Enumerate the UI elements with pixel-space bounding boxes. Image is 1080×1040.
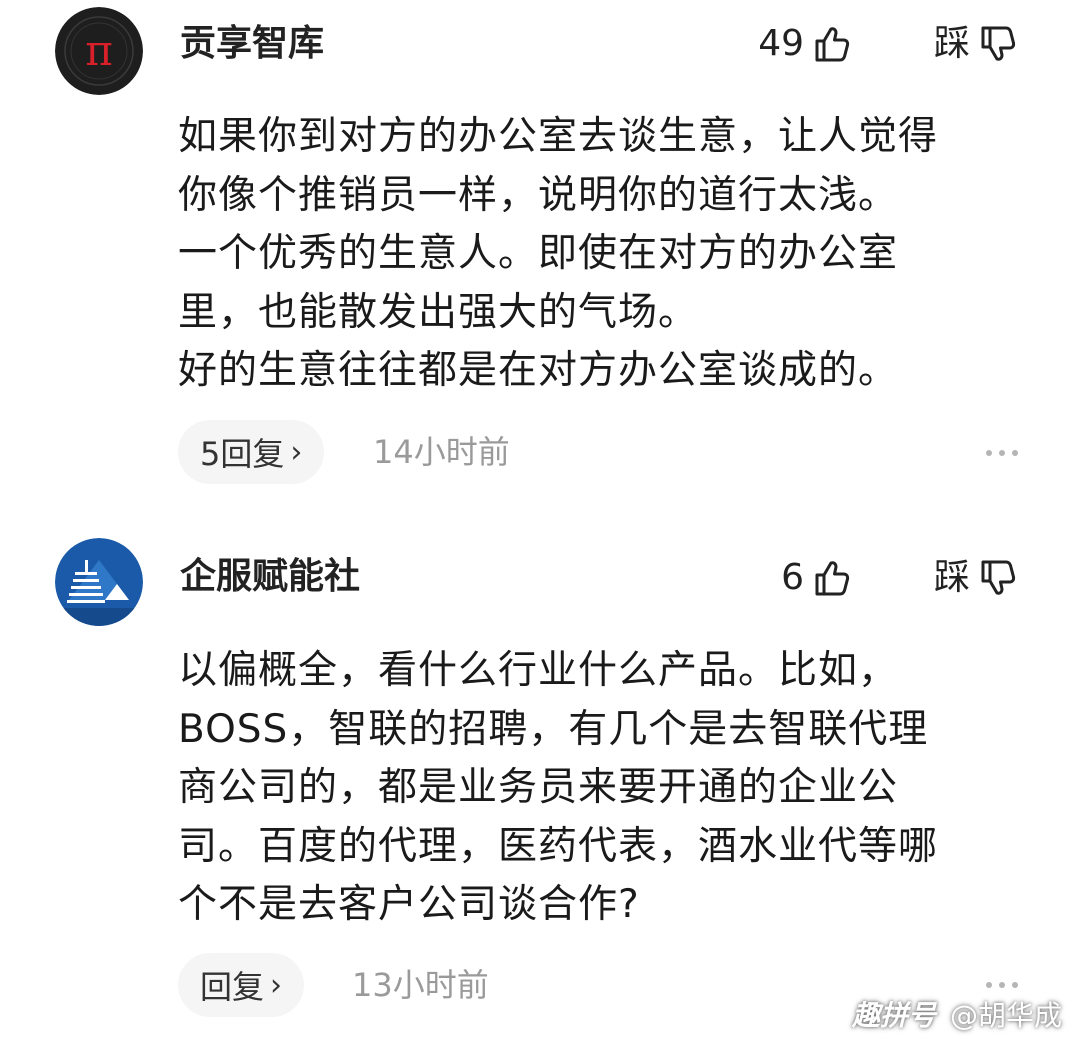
comment-line: 里，也能散发出强大的气场。 <box>178 289 699 335</box>
more-options-button[interactable] <box>986 450 1018 456</box>
replies-button[interactable]: 5回复 › <box>178 420 325 484</box>
more-options-button[interactable] <box>986 982 1018 988</box>
timestamp: 14小时前 <box>373 433 510 471</box>
comment-line: 你像个推销员一样，说明你的道行太浅。 <box>178 172 899 218</box>
like-count: 49 <box>758 23 804 64</box>
like-button[interactable]: 6 <box>781 556 852 600</box>
comment-line: 商公司的，都是业务员来要开通的企业公 <box>178 765 899 810</box>
comment-line: 如果你到对方的办公室去谈生意，让人觉得 <box>178 114 939 159</box>
more-dots-icon <box>1012 982 1018 988</box>
watermark: 趣拼号 @胡华成 <box>852 994 1062 1034</box>
comment-line: 个不是去客户公司谈合作? <box>178 882 640 927</box>
thumbs-down-icon <box>981 26 1016 61</box>
dislike-button[interactable]: 踩 <box>934 22 1018 66</box>
thumbs-up-icon <box>815 561 850 596</box>
chevron-right-icon: › <box>270 967 283 1003</box>
comment-body: 如果你到对方的办公室去谈生意，让人觉得 你像个推销员一样，说明你的道行太浅。 一… <box>178 108 1028 401</box>
comment-line: 好的生意往往都是在对方办公室谈成的。 <box>178 348 899 393</box>
comment-line: 司。百度的代理，医药代表，酒水业代等哪 <box>178 823 939 869</box>
avatar-glyph: π <box>85 26 113 75</box>
like-count: 6 <box>781 557 804 598</box>
avatar[interactable]: π <box>55 7 143 95</box>
reply-button[interactable]: 回复 › <box>178 953 305 1017</box>
more-dots-icon <box>986 450 992 456</box>
avatar[interactable] <box>55 538 143 626</box>
watermark-brand: 趣拼号 <box>851 999 936 1032</box>
more-dots-icon <box>999 450 1005 456</box>
comment-line: 一个优秀的生意人。即使在对方的办公室 <box>178 231 899 276</box>
more-dots-icon <box>986 982 992 988</box>
comment-item: π 贡享智库 49 踩 如果你到对方的办公室去谈生意，让人觉得 你像个推销员一样… <box>0 0 1080 510</box>
username[interactable]: 企服赋能社 <box>180 555 360 599</box>
timestamp: 13小时前 <box>352 966 489 1004</box>
comment-body: 以偏概全，看什么行业什么产品。比如， BOSS，智联的招聘，有几个是去智联代理 … <box>178 642 1028 935</box>
more-dots-icon <box>999 982 1005 988</box>
thumbs-up-icon <box>815 27 850 62</box>
comment-line: 以偏概全，看什么行业什么产品。比如， <box>178 648 899 693</box>
comment-list: π 贡享智库 49 踩 如果你到对方的办公室去谈生意，让人觉得 你像个推销员一样… <box>0 0 1080 1040</box>
dislike-label: 踩 <box>933 23 970 64</box>
username[interactable]: 贡享智库 <box>180 22 324 66</box>
replies-label: 5回复 <box>200 435 285 473</box>
chevron-right-icon: › <box>290 434 303 470</box>
watermark-handle: @胡华成 <box>949 999 1062 1032</box>
comment-item: 企服赋能社 6 踩 以偏概全，看什么行业什么产品。比如， BOSS，智联的招聘，… <box>0 530 1080 1040</box>
like-button[interactable]: 49 <box>758 22 852 66</box>
thumbs-down-icon <box>981 560 1016 595</box>
dislike-label: 踩 <box>933 557 970 598</box>
building-logo-avatar-icon <box>55 538 143 626</box>
pi-symbol-avatar-icon: π <box>55 7 143 95</box>
more-dots-icon <box>1012 450 1018 456</box>
dislike-button[interactable]: 踩 <box>934 556 1018 600</box>
reply-label: 回复 <box>200 968 265 1006</box>
comment-line: BOSS，智联的招聘，有几个是去智联代理 <box>178 706 929 752</box>
